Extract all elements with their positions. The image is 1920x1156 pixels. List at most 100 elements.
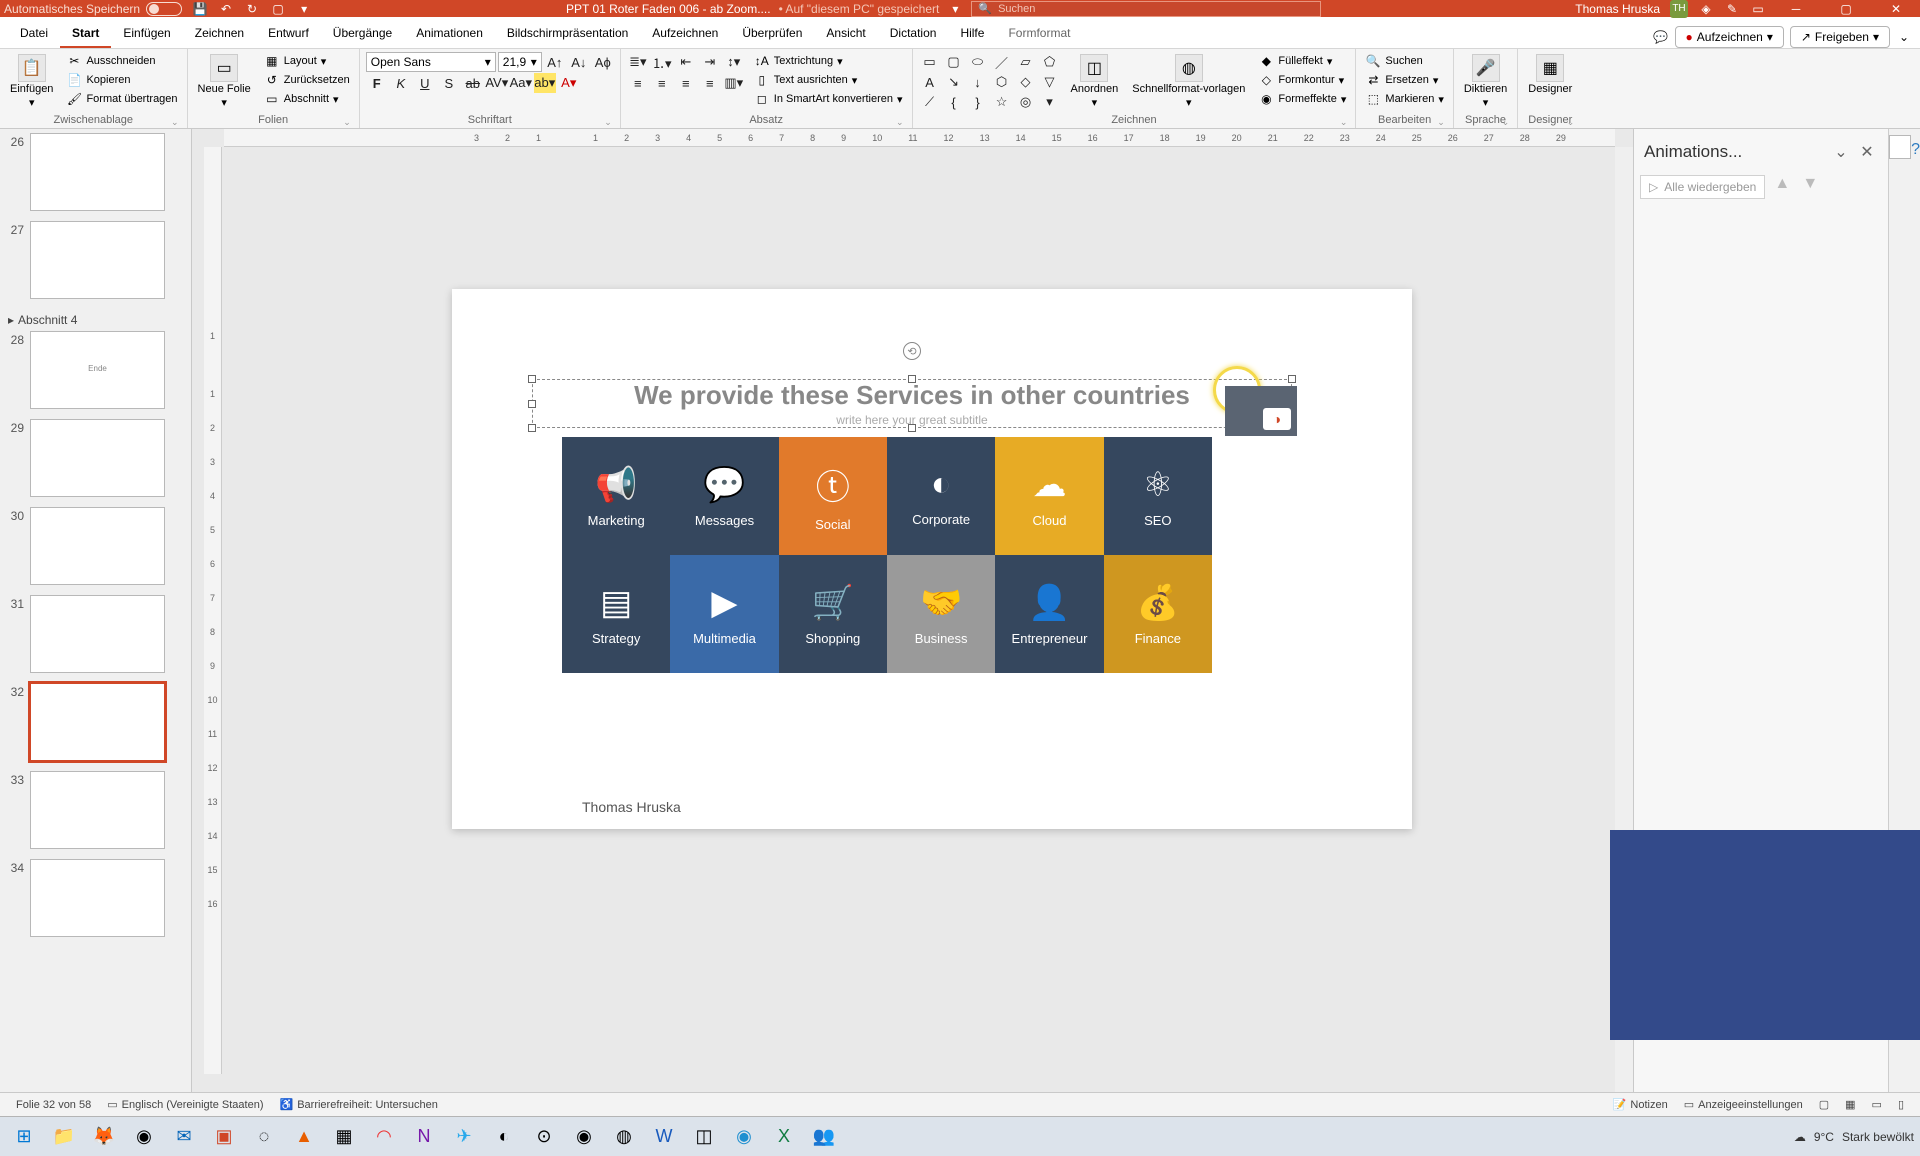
align-left-button[interactable]: ≡ <box>627 73 649 93</box>
app-icon-3[interactable]: ◠ <box>366 1119 402 1155</box>
font-size-combo[interactable]: 21,9▾ <box>498 52 542 72</box>
tab-review[interactable]: Überprüfen <box>730 20 814 48</box>
shrink-font-icon[interactable]: A↓ <box>568 52 590 72</box>
clear-format-icon[interactable]: Aϕ <box>592 52 614 72</box>
firefox-icon[interactable]: 🦊 <box>86 1119 122 1155</box>
tab-design[interactable]: Entwurf <box>256 20 321 48</box>
rotate-handle-icon[interactable]: ⟲ <box>903 342 921 360</box>
word-icon[interactable]: W <box>646 1119 682 1155</box>
anim-up-icon[interactable]: ▲ <box>1771 173 1793 195</box>
tab-dictation[interactable]: Dictation <box>878 20 949 48</box>
section-header[interactable]: ▸Abschnitt 4 <box>4 309 187 331</box>
indent-inc-button[interactable]: ⇥ <box>699 52 721 72</box>
tile-corporate[interactable]: ◐Corporate <box>887 437 995 555</box>
play-all-button[interactable]: ▷Alle wiedergeben <box>1640 175 1765 199</box>
maximize-button[interactable]: ▢ <box>1826 0 1866 17</box>
find-button[interactable]: 🔍Suchen <box>1362 52 1446 70</box>
bullets-button[interactable]: ≣▾ <box>627 52 649 72</box>
search-input[interactable]: 🔍 Suchen <box>971 1 1321 17</box>
replace-button[interactable]: ⇄Ersetzen▾ <box>1362 71 1446 89</box>
accessibility[interactable]: ♿Barrierefreiheit: Untersuchen <box>272 1098 446 1111</box>
app-icon-5[interactable]: ⊙ <box>526 1119 562 1155</box>
smartart-button[interactable]: ◻In SmartArt konvertieren▾ <box>751 90 906 108</box>
app-icon-1[interactable]: ◌ <box>246 1119 282 1155</box>
designer-toggle-icon[interactable] <box>1889 135 1911 159</box>
columns-button[interactable]: ▥▾ <box>723 73 745 93</box>
tile-social[interactable]: ⓣSocial <box>779 437 887 555</box>
shadow-button[interactable]: S <box>438 73 460 93</box>
tile-strategy[interactable]: ▤Strategy <box>562 555 670 673</box>
bold-button[interactable]: F <box>366 73 388 93</box>
weather-icon[interactable]: ☁ <box>1794 1130 1806 1144</box>
pen-icon[interactable]: ✎ <box>1724 1 1740 17</box>
designer-button[interactable]: ▦Designer <box>1524 52 1576 97</box>
tile-multimedia[interactable]: ▶Multimedia <box>670 555 778 673</box>
view-reading-icon[interactable]: ▭ <box>1864 1098 1890 1111</box>
record-button[interactable]: ●Aufzeichnen▾ <box>1675 26 1784 48</box>
window-layout-icon[interactable]: ▭ <box>1750 1 1766 17</box>
align-center-button[interactable]: ≡ <box>651 73 673 93</box>
tab-help[interactable]: Hilfe <box>948 20 996 48</box>
collapse-ribbon-icon[interactable]: ⌄ <box>1896 29 1912 45</box>
save-icon[interactable]: 💾 <box>192 1 208 17</box>
display-settings-button[interactable]: ▭Anzeigeeinstellungen <box>1676 1098 1811 1111</box>
tile-finance[interactable]: 💰Finance <box>1104 555 1212 673</box>
tab-file[interactable]: Datei <box>8 20 60 48</box>
undo-icon[interactable]: ↶ <box>218 1 234 17</box>
notes-button[interactable]: 📝Notizen <box>1605 1098 1676 1111</box>
telegram-icon[interactable]: ✈ <box>446 1119 482 1155</box>
qat-more-icon[interactable]: ▾ <box>296 1 312 17</box>
tile-shopping[interactable]: 🛒Shopping <box>779 555 887 673</box>
thumbnail-slide[interactable] <box>30 683 165 761</box>
pane-close-icon[interactable]: ✕ <box>1856 141 1878 163</box>
user-avatar[interactable]: TH <box>1670 0 1688 18</box>
highlight-button[interactable]: ab▾ <box>534 73 556 93</box>
slideshow-start-icon[interactable]: ▢ <box>270 1 286 17</box>
text-direction-button[interactable]: ↕ATextrichtung▾ <box>751 52 906 70</box>
layout-button[interactable]: ▦Layout▾ <box>261 52 353 70</box>
tile-entrepreneur[interactable]: 👤Entrepreneur <box>995 555 1103 673</box>
arrange-button[interactable]: ◫Anordnen▾ <box>1067 52 1123 111</box>
thumbnail-slide[interactable] <box>30 771 165 849</box>
tile-business[interactable]: 🤝Business <box>887 555 995 673</box>
excel-icon[interactable]: X <box>766 1119 802 1155</box>
thumbnail-slide[interactable] <box>30 133 165 211</box>
tile-marketing[interactable]: 📢Marketing <box>562 437 670 555</box>
teams-icon[interactable]: 👥 <box>806 1119 842 1155</box>
thumbnail-slide[interactable] <box>30 419 165 497</box>
slide-editor[interactable]: ⟲ We provide these Services in other cou… <box>452 289 1412 829</box>
sync-icon[interactable]: ◈ <box>1698 1 1714 17</box>
tab-slideshow[interactable]: Bildschirmpräsentation <box>495 20 640 48</box>
app-icon-6[interactable]: ◍ <box>606 1119 642 1155</box>
tab-animations[interactable]: Animationen <box>404 20 495 48</box>
view-slideshow-icon[interactable]: ▯ <box>1890 1098 1912 1111</box>
outline-button[interactable]: ◇Formkontur▾ <box>1255 71 1349 89</box>
line-spacing-button[interactable]: ↕▾ <box>723 52 745 72</box>
anim-down-icon[interactable]: ▼ <box>1799 173 1821 195</box>
thumbnail-slide[interactable] <box>30 595 165 673</box>
redo-icon[interactable]: ↻ <box>244 1 260 17</box>
shapes-gallery[interactable]: ▭▢⬭／▱⬠ A↘↓⬡◇▽ ⟋{}☆◎▾ <box>919 52 1061 112</box>
help-icon[interactable]: ? <box>1911 141 1920 159</box>
numbering-button[interactable]: ⒈▾ <box>651 52 673 72</box>
font-name-combo[interactable]: Open Sans▾ <box>366 52 496 72</box>
thumbnail-slide[interactable] <box>30 507 165 585</box>
tile-seo[interactable]: ⚛SEO <box>1104 437 1212 555</box>
onenote-icon[interactable]: N <box>406 1119 442 1155</box>
strike-button[interactable]: ab <box>462 73 484 93</box>
start-menu-icon[interactable]: ⊞ <box>6 1119 42 1155</box>
cut-button[interactable]: ✂Ausschneiden <box>63 52 180 70</box>
thumbnail-slide[interactable] <box>30 859 165 937</box>
slide-thumbnails[interactable]: 2627▸Abschnitt 428Ende293031323334 <box>0 129 192 1092</box>
quickstyles-button[interactable]: ◍Schnellformat-vorlagen▾ <box>1128 52 1249 111</box>
tab-start[interactable]: Start <box>60 20 111 48</box>
align-text-button[interactable]: ▯Text ausrichten▾ <box>751 71 906 89</box>
minimize-button[interactable]: ─ <box>1776 0 1816 17</box>
view-sorter-icon[interactable]: ▦ <box>1837 1098 1863 1111</box>
tab-transitions[interactable]: Übergänge <box>321 20 404 48</box>
copy-button[interactable]: 📄Kopieren <box>63 71 180 89</box>
share-button[interactable]: ↗Freigeben▾ <box>1790 26 1890 48</box>
powerpoint-icon[interactable]: ▣ <box>206 1119 242 1155</box>
comments-icon[interactable]: 💬 <box>1653 29 1669 45</box>
tab-record[interactable]: Aufzeichnen <box>640 20 730 48</box>
